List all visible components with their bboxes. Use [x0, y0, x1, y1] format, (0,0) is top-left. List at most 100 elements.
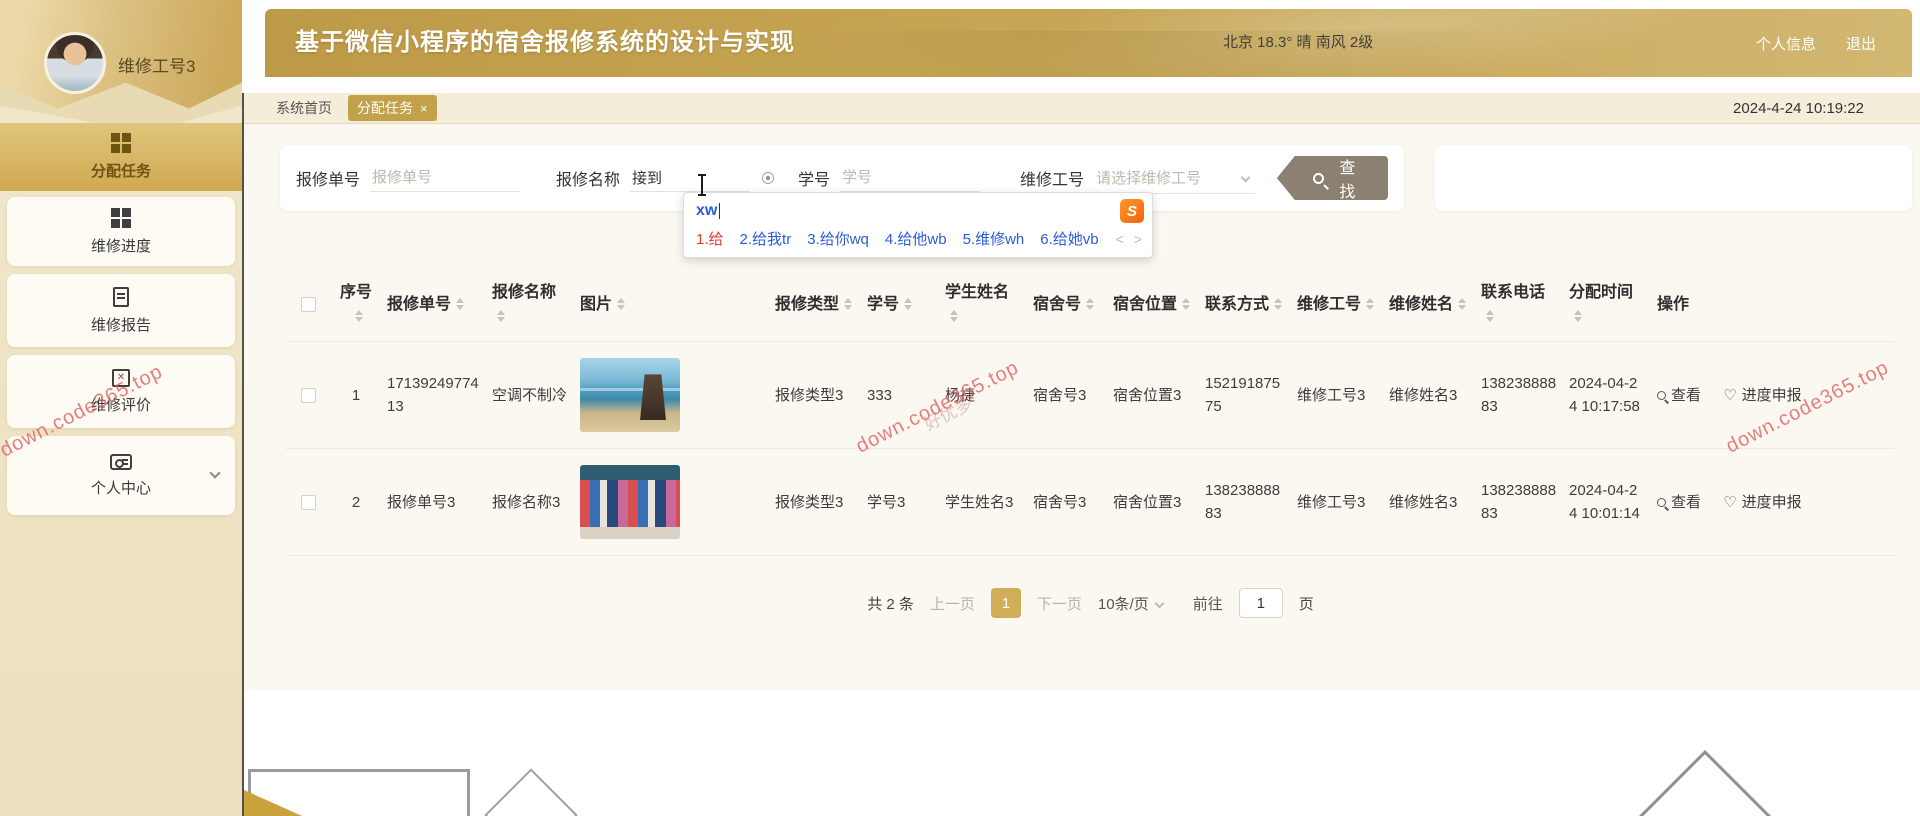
order-no-input[interactable] [370, 164, 521, 192]
ime-composition: xw [696, 202, 718, 219]
repair-photo[interactable] [580, 358, 680, 433]
col-seq: 序号 [331, 267, 381, 342]
sort-icon[interactable] [1366, 298, 1375, 311]
ime-popup: xw S 1.给 2.给我tr 3.给你wq 4.给他wb 5.维修wh 6.给… [683, 192, 1153, 258]
sidebar-item-label: 维修进度 [90, 237, 151, 255]
view-button[interactable]: 查看 [1657, 384, 1701, 407]
student-id-input[interactable] [840, 164, 981, 192]
table-row: 2 报修单号3 报修名称3 报修类型3 学号3 学生姓名3 宿舍号3 宿舍位置3… [286, 448, 1895, 557]
target-dot-icon [762, 172, 775, 184]
tab-label: 分配任务 [357, 100, 413, 116]
view-button[interactable]: 查看 [1657, 491, 1701, 514]
sidebar-item-repair-report[interactable]: 维修报告 [7, 274, 235, 347]
total-count: 共 2 条 [867, 595, 914, 613]
ime-candidate-4[interactable]: 4.给他wb [885, 228, 947, 249]
cell-repair-name: 报修名称3 [486, 448, 574, 557]
sort-icon[interactable] [456, 298, 465, 311]
cell-dorm-no: 宿舍号3 [1027, 341, 1107, 449]
heart-icon [1723, 491, 1736, 514]
grid-icon [111, 133, 131, 153]
sort-icon[interactable] [1086, 298, 1095, 311]
table-header-row: 序号 报修单号 报修名称 图片 报修类型 学号 学生姓名 宿舍号 宿舍位置 联系… [286, 267, 1895, 342]
repair-name-input[interactable] [630, 164, 751, 192]
ime-candidate-3[interactable]: 3.给你wq [807, 228, 869, 249]
ime-caret [719, 203, 721, 219]
sort-icon[interactable] [844, 298, 853, 311]
sort-icon[interactable] [950, 309, 958, 322]
cell-actions: 查看 进度申报 [1651, 448, 1895, 557]
col-worker-id: 维修工号 [1291, 267, 1383, 342]
document-icon [113, 286, 129, 307]
tab-bar: 系统首页 分配任务 × 2024-4-24 10:19:22 [244, 93, 1920, 124]
sort-icon[interactable] [904, 298, 913, 311]
search-button-label: 查找 [1339, 160, 1356, 201]
col-student-name: 学生姓名 [939, 267, 1027, 342]
page-size-select[interactable]: 10条/页 [1098, 593, 1165, 614]
ime-candidate-5[interactable]: 5.维修wh [963, 228, 1025, 249]
row-checkbox[interactable] [301, 388, 316, 404]
repair-photo[interactable] [580, 465, 680, 540]
col-repair-type: 报修类型 [769, 267, 861, 342]
page-unit-label: 页 [1298, 595, 1314, 613]
search-button[interactable]: 查找 [1276, 156, 1388, 201]
col-phone: 联系电话 [1475, 267, 1563, 342]
breadcrumb-home[interactable]: 系统首页 [276, 98, 332, 118]
sidebar-item-repair-progress[interactable]: 维修进度 [7, 197, 235, 266]
sort-icon[interactable] [497, 309, 505, 322]
sidebar-item-assign-tasks[interactable]: 分配任务 [0, 123, 242, 191]
cell-dorm-no: 宿舍号3 [1027, 448, 1107, 557]
sort-icon[interactable] [1486, 309, 1494, 322]
student-id-label: 学号 [798, 172, 831, 189]
row-checkbox[interactable] [301, 495, 316, 511]
col-assign-time: 分配时间 [1563, 267, 1651, 342]
sogou-input-icon[interactable]: S [1120, 199, 1144, 223]
ime-candidate-1[interactable]: 1.给 [696, 228, 724, 249]
ime-composition-row: xw S [684, 193, 1152, 225]
sort-icon[interactable] [1274, 298, 1283, 311]
cell-order-no: 报修单号3 [381, 448, 486, 557]
cell-worker-name: 维修姓名3 [1383, 448, 1475, 557]
pagination: 共 2 条 上一页 1 下一页 10条/页 前往 页 [286, 588, 1895, 618]
goto-label: 前往 [1192, 595, 1223, 613]
select-placeholder: 请选择维修工号 [1096, 170, 1202, 187]
col-image: 图片 [574, 267, 769, 342]
magnifier-icon [1657, 390, 1666, 400]
top-links: 个人信息 退出 [1756, 9, 1876, 77]
sort-icon[interactable] [1574, 309, 1582, 322]
cell-seq: 2 [331, 448, 381, 557]
logout-link[interactable]: 退出 [1846, 33, 1876, 54]
chevron-down-icon [1154, 598, 1165, 608]
grid-icon [111, 207, 131, 228]
close-icon[interactable]: × [420, 102, 428, 115]
current-page[interactable]: 1 [990, 588, 1021, 618]
cell-seq: 1 [331, 341, 381, 449]
next-page-button[interactable]: 下一页 [1037, 593, 1082, 614]
tab-assign-tasks[interactable]: 分配任务 × [348, 95, 437, 121]
ime-candidate-6[interactable]: 6.给她vb [1040, 228, 1098, 249]
sort-icon[interactable] [354, 309, 363, 322]
ime-next-icon[interactable]: > [1134, 231, 1142, 247]
worker-id-select[interactable]: 请选择维修工号 [1094, 162, 1255, 194]
select-all-checkbox[interactable] [301, 296, 316, 312]
goto-page-input[interactable] [1238, 588, 1283, 618]
sort-icon[interactable] [1182, 298, 1191, 311]
ime-prev-icon[interactable]: < [1116, 231, 1124, 247]
top-header: 基于微信小程序的宿舍报修系统的设计与实现 北京 18.3° 晴 南风 2级 个人… [265, 9, 1912, 77]
col-student-id: 学号 [861, 267, 939, 342]
profile-link[interactable]: 个人信息 [1756, 33, 1816, 54]
col-dorm-no: 宿舍号 [1027, 267, 1107, 342]
ime-candidate-2[interactable]: 2.给我tr [740, 228, 792, 249]
prev-page-button[interactable]: 上一页 [930, 593, 975, 614]
col-dorm-location: 宿舍位置 [1107, 267, 1199, 342]
cell-student-id: 学号3 [861, 448, 939, 557]
sort-icon[interactable] [1458, 298, 1467, 311]
col-worker-name: 维修姓名 [1383, 267, 1475, 342]
progress-report-button[interactable]: 进度申报 [1723, 491, 1802, 514]
ime-candidates: 1.给 2.给我tr 3.给你wq 4.给他wb 5.维修wh 6.给她vb <… [684, 225, 1152, 257]
weather-info: 北京 18.3° 晴 南风 2级 [1223, 34, 1374, 51]
cell-assign-time: 2024-04-24 10:01:14 [1563, 448, 1651, 557]
sidebar-item-label: 分配任务 [90, 163, 151, 180]
sidebar-item-personal-center[interactable]: 个人中心 [7, 436, 235, 515]
sort-icon[interactable] [617, 298, 626, 311]
col-repair-name: 报修名称 [486, 267, 574, 342]
